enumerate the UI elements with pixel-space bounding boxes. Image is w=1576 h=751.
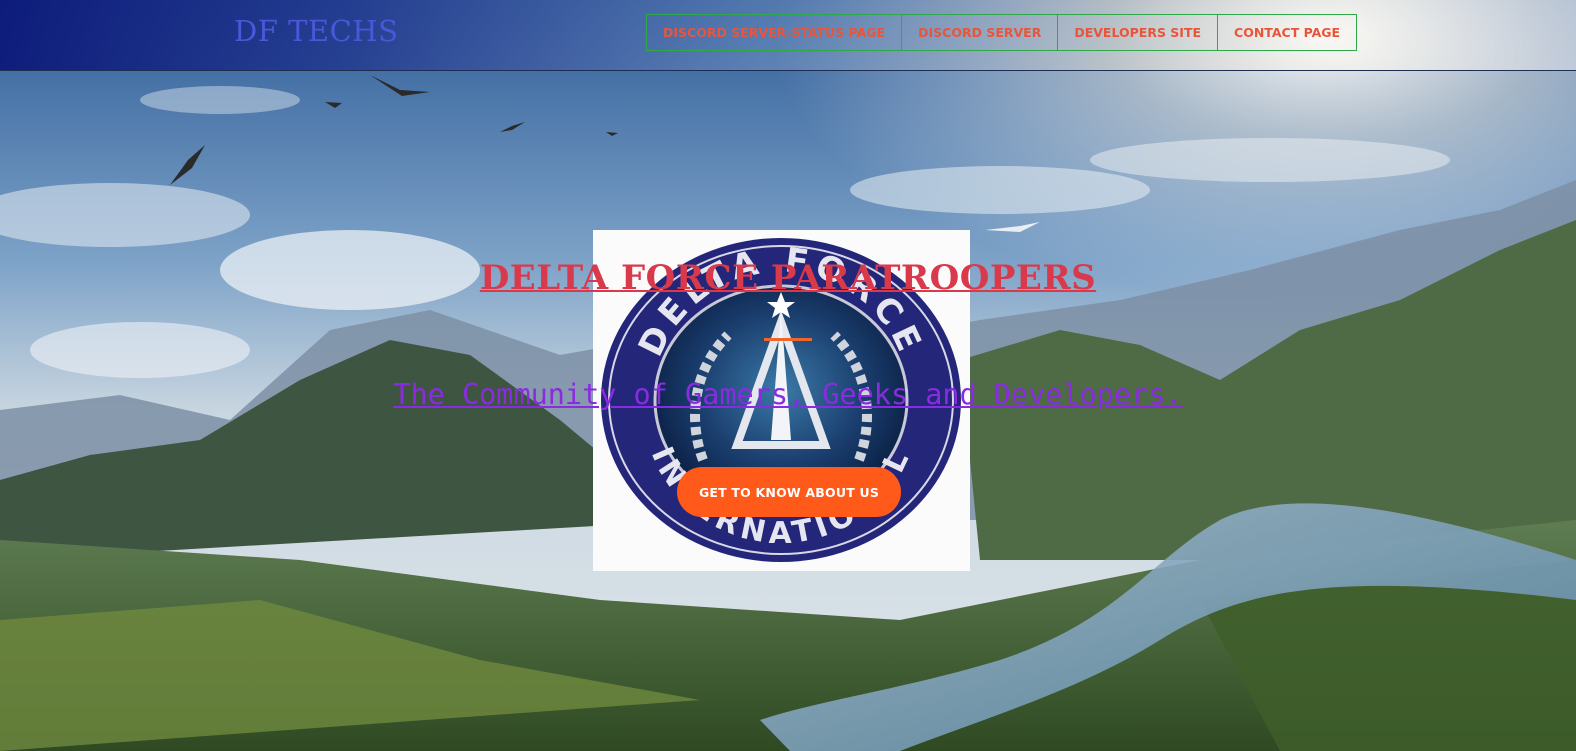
- hero-title[interactable]: DELTA FORCE PARATROOPERS: [0, 258, 1576, 298]
- get-to-know-us-button[interactable]: GET TO KNOW ABOUT US: [677, 467, 901, 517]
- brand-logo-text[interactable]: DF TECHS: [234, 14, 398, 48]
- main-nav: DISCORD SERVER-STATUS PAGE DISCORD SERVE…: [646, 14, 1358, 51]
- site-header: DF TECHS DISCORD SERVER-STATUS PAGE DISC…: [0, 0, 1576, 71]
- nav-contact-page[interactable]: CONTACT PAGE: [1217, 14, 1358, 51]
- title-divider: [764, 338, 812, 341]
- nav-discord-server[interactable]: DISCORD SERVER: [901, 14, 1059, 51]
- hero-subtitle-link[interactable]: The Community of Gamers, Geeks and Devel…: [0, 378, 1576, 411]
- nav-discord-status[interactable]: DISCORD SERVER-STATUS PAGE: [646, 14, 903, 51]
- nav-developers-site[interactable]: DEVELOPERS SITE: [1057, 14, 1219, 51]
- page: DF TECHS DISCORD SERVER-STATUS PAGE DISC…: [0, 0, 1576, 751]
